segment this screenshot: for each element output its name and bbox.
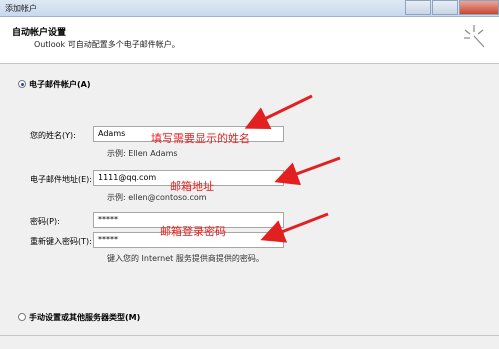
arrow-password	[260, 212, 329, 243]
arrow-email	[274, 156, 341, 186]
annotation-arrows	[244, 94, 341, 243]
bottom-divider	[0, 335, 499, 336]
arrow-name	[244, 94, 313, 129]
